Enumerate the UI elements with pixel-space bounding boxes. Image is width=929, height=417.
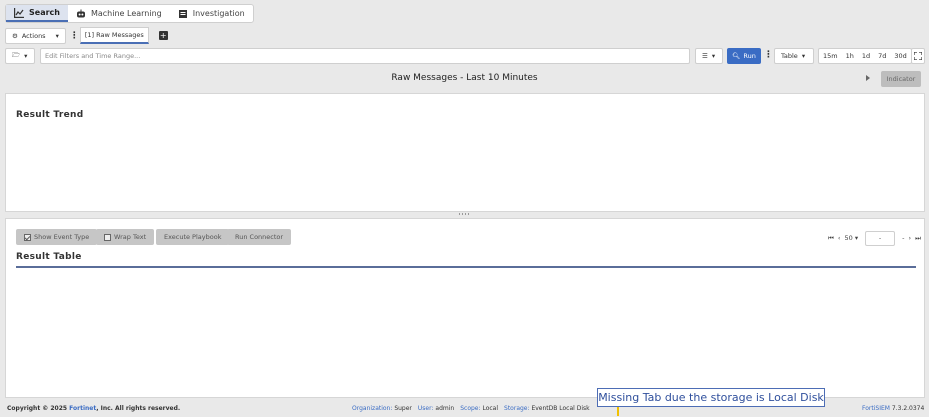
annotation-callout: Missing Tab due the storage is Local Dis… bbox=[597, 388, 825, 407]
filter-input[interactable]: Edit Filters and Time Range... bbox=[40, 48, 690, 64]
page-size-value: 50 bbox=[844, 234, 853, 242]
run-connector-button[interactable]: Run Connector bbox=[227, 229, 292, 245]
copyright: Copyright © 2025 Fortinet, Inc. All righ… bbox=[7, 405, 180, 412]
caret-down-icon: ▾ bbox=[801, 52, 806, 60]
caret-down-icon: ▾ bbox=[24, 52, 28, 60]
tab-investigation-label: Investigation bbox=[192, 9, 245, 18]
user-label: User: bbox=[417, 405, 434, 412]
session-info: Organization: Super User: admin Scope: L… bbox=[352, 405, 590, 412]
execute-playbook-button[interactable]: Execute Playbook bbox=[156, 229, 230, 245]
expand-indicator-icon[interactable] bbox=[866, 75, 870, 81]
tab-machine-learning[interactable]: Machine Learning bbox=[68, 5, 170, 22]
page-size-select[interactable]: 50 ▾ bbox=[844, 234, 858, 242]
result-trend-heading: Result Trend bbox=[16, 110, 84, 120]
tab-search-label: Search bbox=[29, 8, 60, 17]
last-page-icon[interactable]: ⏭ bbox=[915, 234, 921, 243]
tab-search[interactable]: Search bbox=[6, 5, 68, 22]
result-table-panel: Show Event Type Wrap Text Execute Playbo… bbox=[5, 218, 925, 398]
filter-row: 🗁 ▾ Edit Filters and Time Range... ☰ ▾ 🔍︎ … bbox=[5, 48, 925, 65]
storage-label: Storage: bbox=[504, 405, 530, 412]
checkbox-icon bbox=[104, 233, 111, 241]
folder-icon: 🗁 bbox=[12, 50, 21, 59]
run-button[interactable]: 🔍︎ Run bbox=[727, 48, 761, 64]
gear-icon: ⚙ bbox=[12, 31, 18, 40]
org-value: Super bbox=[394, 405, 412, 412]
copyright-prefix: Copyright © 2025 bbox=[7, 405, 70, 412]
actions-label: Actions bbox=[21, 31, 46, 40]
panel-splitter[interactable] bbox=[459, 213, 469, 216]
run-options-icon[interactable]: ⋮ bbox=[764, 50, 773, 60]
expand-icon bbox=[914, 52, 922, 60]
column-list-button[interactable]: ☰ ▾ bbox=[695, 48, 723, 64]
indicator-button[interactable]: Indicator bbox=[881, 71, 921, 87]
result-table-heading: Result Table bbox=[16, 252, 82, 262]
fortinet-link[interactable]: Fortinet bbox=[69, 405, 96, 412]
user-value: admin bbox=[435, 405, 455, 412]
caret-down-icon: ▾ bbox=[55, 31, 59, 40]
investigation-icon bbox=[178, 9, 187, 18]
page-separator: - bbox=[902, 234, 905, 242]
page-number-input[interactable]: - bbox=[865, 230, 896, 246]
robot-icon bbox=[76, 9, 85, 17]
range-1d[interactable]: 1d bbox=[858, 49, 874, 63]
run-label: Run bbox=[743, 52, 756, 60]
org-label: Organization: bbox=[352, 405, 393, 412]
version-number: 7.3.2.0374 bbox=[891, 405, 925, 412]
actions-button[interactable]: ⚙ Actions ▾ bbox=[5, 27, 66, 44]
scope-value: Local bbox=[482, 405, 499, 412]
tab-investigation[interactable]: Investigation bbox=[170, 5, 253, 22]
table-header-divider bbox=[16, 266, 916, 268]
show-event-type-label: Show Event Type bbox=[34, 233, 90, 241]
show-event-type-button[interactable]: Show Event Type bbox=[16, 229, 98, 245]
pagination: ⏮ ‹ 50 ▾ - - › ⏭ bbox=[828, 230, 921, 246]
next-page-icon[interactable]: › bbox=[908, 234, 911, 242]
storage-value: EventDB Local Disk bbox=[531, 405, 590, 412]
wrap-text-label: Wrap Text bbox=[114, 233, 147, 241]
range-1h[interactable]: 1h bbox=[842, 49, 858, 63]
product-version: FortiSIEM 7.3.2.0374 bbox=[862, 405, 924, 412]
page-title: Raw Messages - Last 10 Minutes bbox=[391, 73, 538, 83]
result-trend-panel: Result Trend bbox=[5, 93, 925, 212]
query-tab-bar: ⚙ Actions ▾ ⋮ [1] Raw Messages + bbox=[5, 27, 168, 44]
more-options-icon[interactable]: ⋮ bbox=[70, 31, 79, 41]
view-label: Table bbox=[781, 52, 798, 60]
fullscreen-button[interactable] bbox=[911, 48, 925, 64]
tab-machine-learning-label: Machine Learning bbox=[90, 9, 162, 18]
chart-icon bbox=[14, 7, 24, 18]
range-30d[interactable]: 30d bbox=[890, 49, 910, 63]
range-15m[interactable]: 15m bbox=[819, 49, 842, 63]
first-page-icon[interactable]: ⏮ bbox=[828, 234, 834, 243]
top-tab-bar: Search Machine Learning Investigation bbox=[5, 4, 254, 23]
product-name: FortiSIEM bbox=[862, 405, 890, 412]
prev-page-icon[interactable]: ‹ bbox=[838, 234, 841, 242]
wrap-text-button[interactable]: Wrap Text bbox=[96, 229, 155, 245]
range-7d[interactable]: 7d bbox=[874, 49, 890, 63]
view-select[interactable]: Table ▾ bbox=[774, 48, 814, 64]
search-icon: 🔍︎ bbox=[732, 52, 741, 60]
time-range-group: 15m 1h 1d 7d 30d bbox=[818, 48, 912, 64]
caret-down-icon: ▾ bbox=[711, 52, 716, 60]
scope-label: Scope: bbox=[460, 405, 481, 412]
open-folder-button[interactable]: 🗁 ▾ bbox=[5, 48, 35, 64]
checkbox-checked-icon bbox=[24, 233, 31, 241]
tab-raw-messages[interactable]: [1] Raw Messages bbox=[79, 27, 149, 44]
copyright-suffix: , Inc. All rights reserved. bbox=[96, 405, 181, 412]
list-icon: ☰ bbox=[702, 52, 708, 60]
add-tab-icon[interactable]: + bbox=[158, 31, 168, 40]
callout-pointer bbox=[617, 407, 619, 416]
